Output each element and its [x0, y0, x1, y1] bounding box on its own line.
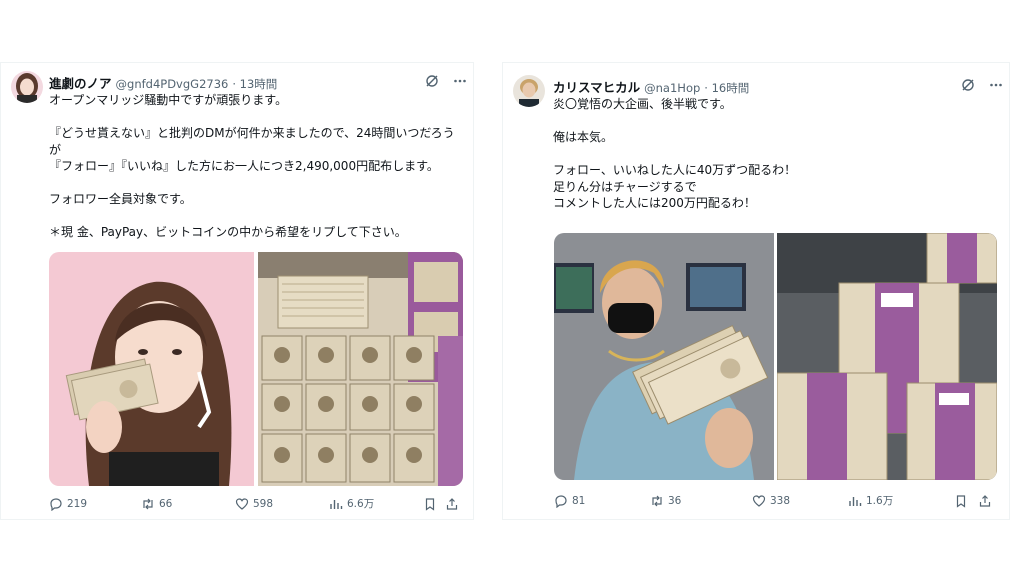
media-image-man[interactable]	[554, 233, 774, 480]
repost-button[interactable]: 36	[650, 494, 752, 508]
like-icon	[752, 494, 766, 507]
share-button[interactable]	[978, 494, 996, 508]
timestamp[interactable]: · 13時間	[232, 76, 277, 92]
tweet-line: が	[49, 142, 62, 157]
author-name[interactable]: 進劇のノア	[49, 73, 112, 92]
like-count: 598	[253, 497, 274, 510]
tweet-header: カリスマヒカル @na1Hop · 16時間	[553, 77, 749, 96]
reply-icon	[50, 497, 62, 511]
avatar[interactable]	[513, 75, 545, 107]
author-name[interactable]: カリスマヒカル	[553, 77, 640, 96]
tweet-card[interactable]: カリスマヒカル @na1Hop · 16時間 炎〇覚悟の大企画、後半戦です。 俺…	[502, 62, 1010, 520]
view-count: 1.6万	[866, 495, 894, 507]
tweet-line: オープンマリッジ騒動中ですが頑張ります。	[49, 93, 288, 107]
repost-icon	[143, 498, 153, 509]
tweet-card[interactable]: 進劇のノア @gnfd4PDvgG2736 · 13時間 オープンマリッジ騒動中…	[0, 62, 474, 520]
reply-button[interactable]: 81	[554, 494, 650, 508]
tweet-line: 炎〇覚悟の大企画、後半戦です。	[553, 97, 732, 111]
share-icon	[979, 494, 991, 507]
repost-count: 66	[159, 497, 173, 510]
repost-icon	[652, 495, 662, 506]
views-button[interactable]: 1.6万	[848, 493, 954, 508]
tweet-media[interactable]	[49, 252, 463, 486]
like-count: 338	[770, 494, 791, 507]
tweet-line	[49, 109, 455, 126]
tweet-line: 『どうせ貰えない』と批判のDMが何件か来ましたので、24時間いつだろう	[49, 126, 455, 140]
tweet-line: 足りん分はチャージするで	[553, 179, 697, 194]
more-icon[interactable]	[989, 77, 1003, 96]
media-image-cash-stacks[interactable]	[777, 233, 997, 480]
like-button[interactable]: 598	[235, 497, 329, 511]
more-icon[interactable]	[453, 73, 467, 92]
bookmark-icon	[956, 494, 966, 508]
grok-icon[interactable]	[425, 73, 439, 92]
tweet-line: フォロワー全員対象です。	[49, 192, 192, 206]
grok-icon[interactable]	[961, 77, 975, 96]
tweet-text: 炎〇覚悟の大企画、後半戦です。 俺は本気。 フォロー、いいねした人に40万ずつ配…	[553, 96, 796, 212]
tweet-line	[553, 113, 796, 130]
bookmark-button[interactable]	[954, 494, 978, 508]
tweet-line	[49, 208, 455, 225]
avatar[interactable]	[11, 71, 43, 103]
author-handle[interactable]: @gnfd4PDvgG2736	[116, 77, 229, 91]
tweet-line: 『フォロー』『いいね』した方にお一人につき2,490,000円配布します。	[49, 159, 439, 173]
tweet-text: オープンマリッジ騒動中ですが頑張ります。 『どうせ貰えない』と批判のDMが何件か…	[49, 92, 455, 241]
repost-count: 36	[668, 494, 682, 507]
share-button[interactable]	[445, 497, 463, 511]
views-icon	[849, 496, 862, 506]
share-icon	[446, 497, 458, 510]
bookmark-icon	[425, 497, 435, 511]
media-image-cash[interactable]	[257, 252, 463, 486]
tweet-line	[49, 175, 455, 192]
view-count: 6.6万	[347, 498, 375, 510]
timestamp[interactable]: · 16時間	[704, 80, 749, 96]
tweet-line: コメントした人には200万円配るわ！	[553, 196, 756, 210]
reply-count: 219	[67, 497, 88, 510]
tweet-header: 進劇のノア @gnfd4PDvgG2736 · 13時間	[49, 73, 277, 92]
tweet-media[interactable]	[554, 233, 997, 480]
tweet-line: フォロー、いいねした人に40万ずつ配るわ！	[553, 163, 797, 177]
views-icon	[330, 499, 343, 509]
reply-button[interactable]: 219	[49, 497, 141, 511]
bookmark-button[interactable]	[423, 497, 445, 511]
repost-button[interactable]: 66	[141, 497, 235, 511]
action-bar: 219 66 598 6.6万	[49, 496, 463, 511]
views-button[interactable]: 6.6万	[329, 496, 423, 511]
media-image-woman[interactable]	[49, 252, 255, 486]
reply-count: 81	[572, 494, 586, 507]
action-bar: 81 36 338 1.6万	[554, 493, 997, 508]
author-handle[interactable]: @na1Hop	[644, 81, 700, 95]
like-icon	[235, 497, 249, 510]
tweet-line: ＊現 金、PayPay、ビットコインの中から希望をリプして下さい。	[49, 225, 407, 239]
tweet-line	[553, 146, 796, 163]
like-button[interactable]: 338	[752, 494, 848, 508]
reply-icon	[555, 494, 567, 508]
tweet-line: 俺は本気。	[553, 130, 614, 144]
